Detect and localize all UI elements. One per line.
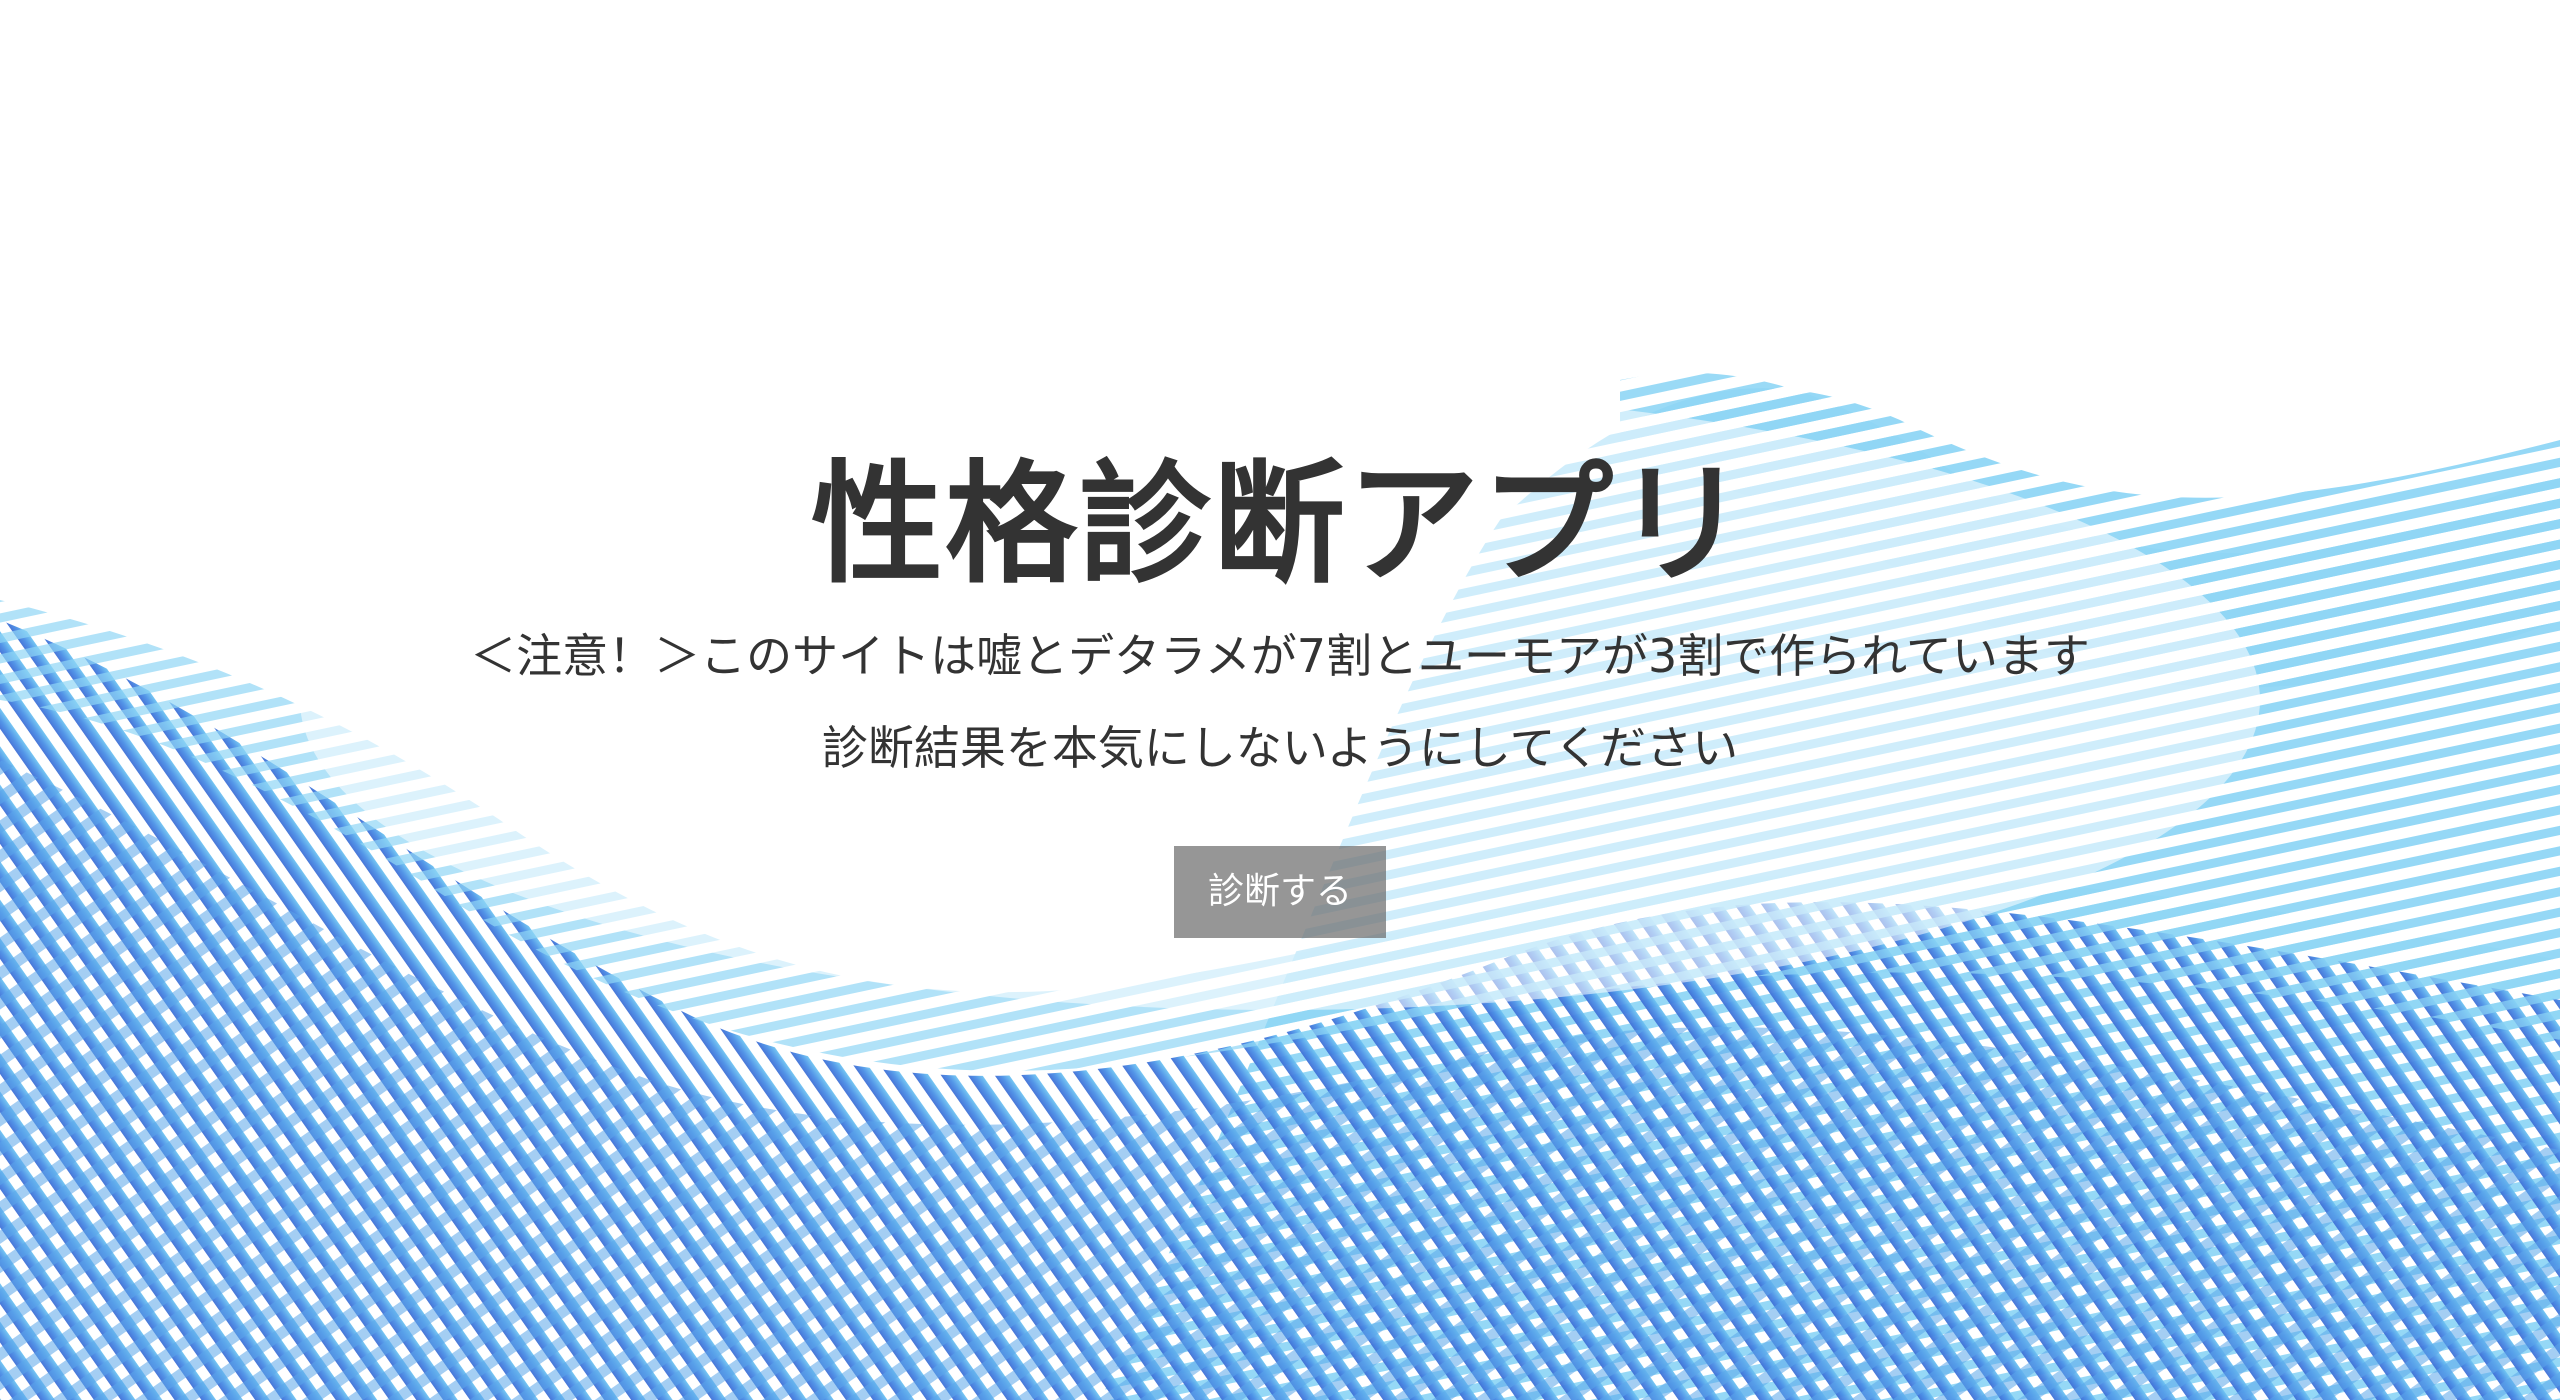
page: 性格診断アプリ ＜注意！＞このサイトは嘘とデタラメが7割とユーモアが3割で作られ…	[0, 0, 2560, 1400]
notice-line-2: 診断結果を本気にしないようにしてください	[821, 721, 1739, 775]
notice-line-1: ＜注意！＞このサイトは嘘とデタラメが7割とユーモアが3割で作られています	[470, 629, 2090, 683]
page-title: 性格診断アプリ	[811, 448, 1749, 602]
diagnose-button[interactable]: 診断する	[1174, 846, 1386, 938]
hero: 性格診断アプリ ＜注意！＞このサイトは嘘とデタラメが7割とユーモアが3割で作られ…	[0, 440, 2560, 938]
